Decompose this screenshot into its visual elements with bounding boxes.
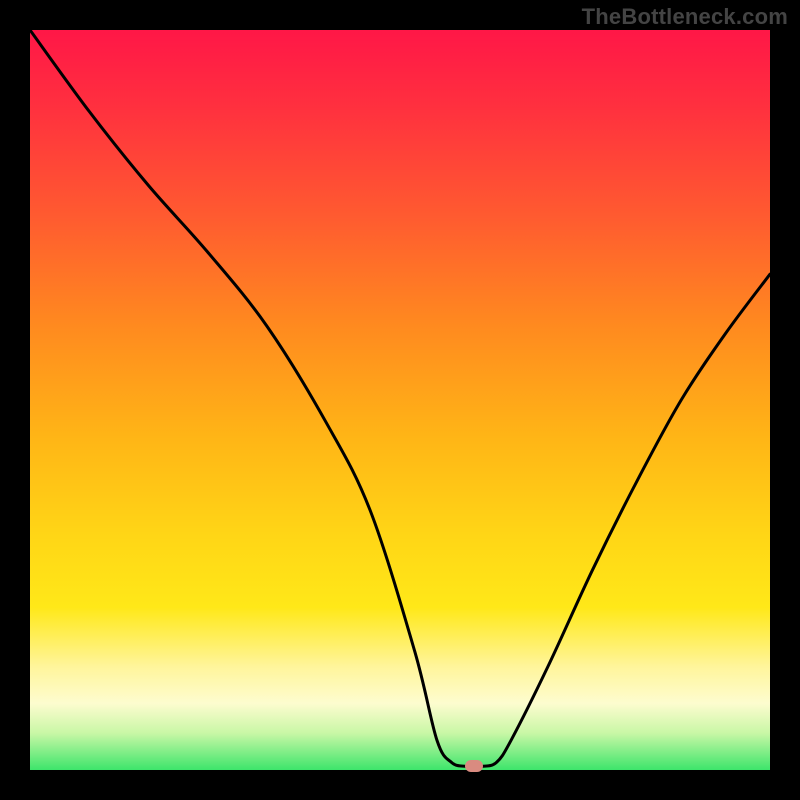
chart-frame: TheBottleneck.com — [0, 0, 800, 800]
curve-svg — [30, 30, 770, 770]
curve-path — [30, 30, 770, 767]
plot-area — [30, 30, 770, 770]
watermark-text: TheBottleneck.com — [582, 4, 788, 30]
minimum-marker — [465, 760, 483, 772]
